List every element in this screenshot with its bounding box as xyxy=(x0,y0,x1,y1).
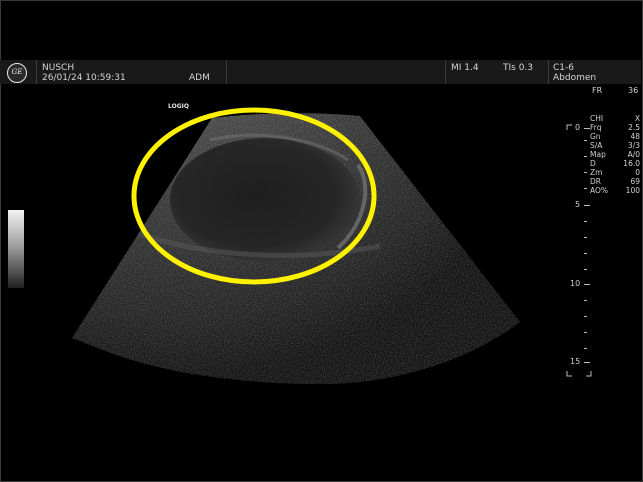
depth-tick xyxy=(584,156,587,157)
depth-tick xyxy=(584,205,590,206)
depth-tick xyxy=(584,348,587,349)
depth-tick xyxy=(584,316,587,317)
focus-marker-top xyxy=(566,124,572,130)
hypoechoic-lesion xyxy=(170,138,360,262)
depth-tick xyxy=(584,128,590,129)
depth-tick xyxy=(584,221,587,222)
focus-marker-bottom xyxy=(566,371,572,377)
depth-label: 10 xyxy=(570,279,581,288)
depth-tick xyxy=(584,172,587,173)
depth-tick xyxy=(584,188,587,189)
ultrasound-image xyxy=(72,107,520,385)
depth-label: 5 xyxy=(575,200,581,209)
depth-tick xyxy=(584,253,587,254)
depth-tick xyxy=(584,362,590,363)
depth-tick xyxy=(584,332,587,333)
depth-tick xyxy=(584,140,587,141)
depth-label: 0 xyxy=(575,123,581,132)
depth-tick xyxy=(584,284,590,285)
depth-tick xyxy=(584,237,587,238)
focus-marker-bottom-right xyxy=(586,371,592,377)
depth-tick xyxy=(584,300,587,301)
depth-tick xyxy=(584,269,587,270)
depth-label: 15 xyxy=(570,357,581,366)
